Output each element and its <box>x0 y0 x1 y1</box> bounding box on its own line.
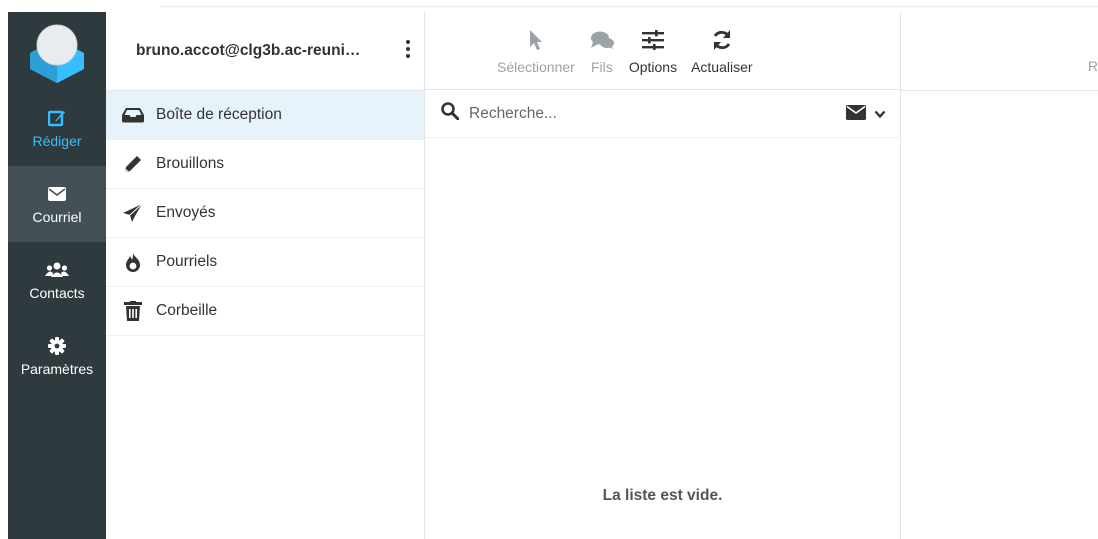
folder-label: Brouillons <box>156 155 225 172</box>
empty-list-message: La liste est vide. <box>602 487 723 504</box>
trash-icon <box>120 301 146 321</box>
folder-label: Corbeille <box>156 302 218 319</box>
search-input[interactable] <box>467 103 801 124</box>
folder-label: Envoyés <box>156 204 216 221</box>
folder-spam[interactable]: Pourriels <box>106 238 424 287</box>
message-list-panel: Sélectionner Fils Options Actualiser Rec… <box>425 12 901 539</box>
nav-mail-label: Courriel <box>32 209 82 225</box>
folder-inbox[interactable]: Boîte de réception <box>106 91 424 140</box>
account-menu-icon[interactable] <box>406 40 410 58</box>
nav-settings[interactable]: Paramètres <box>8 318 106 394</box>
gear-icon <box>48 335 66 357</box>
preview-panel: R <box>901 12 1098 539</box>
folder-sent[interactable]: Envoyés <box>106 189 424 238</box>
refresh-button-label: Actualiser <box>691 58 753 75</box>
options-button[interactable]: Options <box>629 27 677 75</box>
search-icon <box>441 102 460 125</box>
users-icon <box>45 259 69 281</box>
select-button-label: Sélectionner <box>497 58 575 75</box>
fire-icon <box>120 252 146 272</box>
preview-toolbar-label: R <box>1087 58 1098 74</box>
pointer-icon <box>529 27 543 53</box>
comments-icon <box>589 27 615 53</box>
envelope-icon <box>48 183 66 205</box>
account-email: bruno.accot@clg3b.ac-reuni… <box>136 42 361 59</box>
nav-settings-label: Paramètres <box>20 361 94 377</box>
nav-compose-label: Rédiger <box>32 133 82 149</box>
compose-icon <box>48 107 66 129</box>
preview-toolbar: R <box>901 12 1098 91</box>
folder-drafts[interactable]: Brouillons <box>106 140 424 189</box>
account-header: bruno.accot@clg3b.ac-reuni… <box>106 12 424 91</box>
nav-contacts[interactable]: Contacts <box>8 242 106 318</box>
paper-plane-icon <box>120 204 146 222</box>
nav-compose[interactable]: Rédiger <box>8 90 106 166</box>
folder-label: Pourriels <box>156 253 218 270</box>
threads-button[interactable]: Fils <box>589 27 615 75</box>
folder-label: Boîte de réception <box>156 106 282 123</box>
inbox-icon <box>120 107 146 123</box>
refresh-button[interactable]: Actualiser <box>691 27 753 75</box>
folder-trash[interactable]: Corbeille <box>106 287 424 336</box>
options-button-label: Options <box>628 58 678 75</box>
pencil-icon <box>120 154 146 174</box>
search-bar <box>425 90 900 138</box>
list-toolbar: Sélectionner Fils Options Actualiser <box>425 12 900 90</box>
envelope-filter-icon[interactable] <box>846 105 866 125</box>
top-divider <box>160 6 1098 7</box>
search-options[interactable] <box>846 105 886 125</box>
nav-mail[interactable]: Courriel <box>8 166 106 242</box>
select-button[interactable]: Sélectionner <box>497 27 575 75</box>
chevron-down-icon[interactable] <box>874 106 886 124</box>
threads-button-label: Fils <box>590 58 613 75</box>
refresh-icon <box>711 27 733 53</box>
nav-contacts-label: Contacts <box>29 285 85 301</box>
app-logo <box>8 12 106 90</box>
sliders-icon <box>641 27 664 53</box>
main-navigation: Rédiger Courriel Contacts Paramètres <box>8 12 106 539</box>
folder-panel: bruno.accot@clg3b.ac-reuni… Boîte de réc… <box>106 12 425 539</box>
